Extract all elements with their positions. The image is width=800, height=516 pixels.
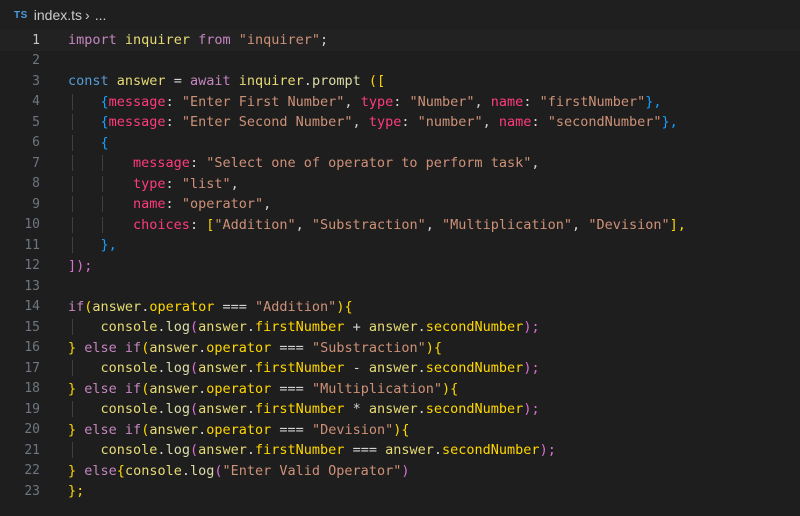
code-line[interactable]: 11 }, xyxy=(0,235,800,256)
typescript-file-icon: TS xyxy=(14,9,28,21)
code-line[interactable]: 14 if(answer.operator === "Addition"){ xyxy=(0,297,800,318)
code-line[interactable]: 6 { xyxy=(0,133,800,154)
line-code[interactable]: const answer = await inquirer.prompt ([ xyxy=(40,73,385,89)
line-code[interactable]: {message: "Enter Second Number", type: "… xyxy=(40,114,678,131)
line-number: 7 xyxy=(32,155,40,171)
code-line[interactable]: 17 console.log(answer.firstNumber - answ… xyxy=(0,358,800,379)
line-code[interactable]: { xyxy=(40,134,109,151)
line-number: 21 xyxy=(24,442,40,458)
line-number: 23 xyxy=(24,483,40,499)
line-number: 8 xyxy=(32,176,40,192)
line-number: 18 xyxy=(24,381,40,397)
line-number: 4 xyxy=(32,94,40,110)
code-line[interactable]: 12 ]); xyxy=(0,256,800,277)
line-code[interactable]: } else if(answer.operator === "Multiplic… xyxy=(40,381,458,397)
line-number: 9 xyxy=(32,196,40,212)
line-number: 2 xyxy=(32,53,40,69)
line-number: 19 xyxy=(24,401,40,417)
breadcrumb-file[interactable]: index.ts xyxy=(34,7,82,23)
code-line[interactable]: 9 name: "operator", xyxy=(0,194,800,215)
line-code[interactable]: console.log(answer.firstNumber * answer.… xyxy=(40,401,540,418)
line-code[interactable]: console.log(answer.firstNumber === answe… xyxy=(40,442,556,459)
line-number: 1 xyxy=(32,32,40,48)
line-number: 17 xyxy=(24,360,40,376)
line-number: 15 xyxy=(24,319,40,335)
line-code[interactable]: }; xyxy=(40,483,84,499)
code-editor[interactable]: 1 import inquirer from "inquirer"; 2 3 c… xyxy=(0,30,800,502)
line-code[interactable]: } else{console.log("Enter Valid Operator… xyxy=(40,463,409,479)
line-number: 3 xyxy=(32,73,40,89)
code-line[interactable]: 16 } else if(answer.operator === "Substr… xyxy=(0,338,800,359)
code-line[interactable]: 21 console.log(answer.firstNumber === an… xyxy=(0,440,800,461)
line-code[interactable]: console.log(answer.firstNumber - answer.… xyxy=(40,360,540,377)
code-line[interactable]: 1 import inquirer from "inquirer"; xyxy=(0,30,800,51)
breadcrumb: TS index.ts › ... xyxy=(0,0,800,30)
line-code[interactable]: choices: ["Addition", "Substraction", "M… xyxy=(40,216,686,233)
line-number: 11 xyxy=(24,237,40,253)
line-code[interactable]: } else if(answer.operator === "Substract… xyxy=(40,340,442,356)
line-code[interactable]: console.log(answer.firstNumber + answer.… xyxy=(40,319,540,336)
code-line[interactable]: 2 xyxy=(0,51,800,72)
line-code[interactable]: } else if(answer.operator === "Devision"… xyxy=(40,422,410,438)
line-number: 6 xyxy=(32,135,40,151)
code-line[interactable]: 19 console.log(answer.firstNumber * answ… xyxy=(0,399,800,420)
line-number: 20 xyxy=(24,422,40,438)
code-line[interactable]: 20 } else if(answer.operator === "Devisi… xyxy=(0,420,800,441)
line-number: 10 xyxy=(24,217,40,233)
code-line[interactable]: 18 } else if(answer.operator === "Multip… xyxy=(0,379,800,400)
line-code[interactable]: name: "operator", xyxy=(40,196,271,213)
code-line[interactable]: 23 }; xyxy=(0,481,800,502)
line-number: 13 xyxy=(24,278,40,294)
code-line[interactable]: 8 type: "list", xyxy=(0,174,800,195)
line-code[interactable]: import inquirer from "inquirer"; xyxy=(40,32,328,48)
code-line[interactable]: 15 console.log(answer.firstNumber + answ… xyxy=(0,317,800,338)
code-line[interactable]: 7 message: "Select one of operator to pe… xyxy=(0,153,800,174)
line-code[interactable]: message: "Select one of operator to perf… xyxy=(40,155,539,172)
code-line[interactable]: 10 choices: ["Addition", "Substraction",… xyxy=(0,215,800,236)
line-code[interactable]: {message: "Enter First Number", type: "N… xyxy=(40,93,662,110)
code-line[interactable]: 22 } else{console.log("Enter Valid Opera… xyxy=(0,461,800,482)
line-number: 12 xyxy=(24,258,40,274)
line-number: 22 xyxy=(24,463,40,479)
line-number: 5 xyxy=(32,114,40,130)
line-code[interactable]: ]); xyxy=(40,258,92,274)
code-line[interactable]: 13 xyxy=(0,276,800,297)
breadcrumb-more[interactable]: ... xyxy=(95,7,107,23)
chevron-right-icon: › xyxy=(85,7,90,23)
line-code[interactable]: if(answer.operator === "Addition"){ xyxy=(40,299,353,315)
line-number: 14 xyxy=(24,299,40,315)
line-code[interactable]: }, xyxy=(40,237,117,254)
code-line[interactable]: 5 {message: "Enter Second Number", type:… xyxy=(0,112,800,133)
code-line[interactable]: 4 {message: "Enter First Number", type: … xyxy=(0,92,800,113)
line-code[interactable]: type: "list", xyxy=(40,175,239,192)
code-line[interactable]: 3 const answer = await inquirer.prompt (… xyxy=(0,71,800,92)
line-number: 16 xyxy=(24,340,40,356)
